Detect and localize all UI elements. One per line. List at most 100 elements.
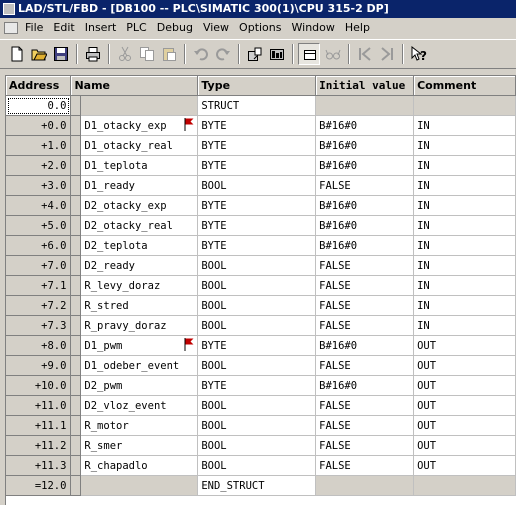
name-cell[interactable]: D1_otacky_exp bbox=[80, 115, 199, 136]
type-cell[interactable]: BYTE bbox=[197, 115, 317, 136]
row-gutter[interactable] bbox=[70, 335, 82, 356]
address-cell[interactable]: +8.0 bbox=[6, 335, 72, 356]
menu-window[interactable]: Window bbox=[287, 18, 340, 38]
address-cell[interactable]: =12.0 bbox=[6, 475, 72, 496]
help-context-icon[interactable]: ? bbox=[408, 43, 430, 65]
type-cell[interactable]: BOOL bbox=[197, 395, 317, 416]
comment-cell[interactable]: IN bbox=[413, 295, 516, 316]
comment-cell[interactable]: OUT bbox=[413, 335, 516, 356]
name-cell[interactable] bbox=[80, 95, 199, 116]
name-cell[interactable]: R_smer bbox=[80, 435, 199, 456]
address-cell[interactable]: +7.3 bbox=[6, 315, 72, 336]
comment-cell[interactable]: IN bbox=[413, 315, 516, 336]
address-cell[interactable]: +11.3 bbox=[6, 455, 72, 476]
initial-value-cell[interactable]: FALSE bbox=[315, 415, 415, 436]
next-icon[interactable] bbox=[376, 43, 398, 65]
menu-insert[interactable]: Insert bbox=[80, 18, 122, 38]
address-cell[interactable]: +7.0 bbox=[6, 255, 72, 276]
address-cell[interactable]: +5.0 bbox=[6, 215, 72, 236]
address-cell[interactable]: +9.0 bbox=[6, 355, 72, 376]
type-cell[interactable]: BOOL bbox=[197, 315, 317, 336]
name-cell[interactable] bbox=[80, 475, 199, 496]
name-cell[interactable]: D2_vloz_event bbox=[80, 395, 199, 416]
name-cell[interactable]: R_motor bbox=[80, 415, 199, 436]
table-row[interactable]: +3.0 D1_ready BOOL FALSE IN bbox=[6, 175, 516, 196]
address-cell[interactable]: +7.2 bbox=[6, 295, 72, 316]
table-row[interactable]: +7.3 R_pravy_doraz BOOL FALSE IN bbox=[6, 315, 516, 336]
type-cell[interactable]: BOOL bbox=[197, 255, 317, 276]
undo-icon[interactable] bbox=[190, 43, 212, 65]
previous-icon[interactable] bbox=[354, 43, 376, 65]
row-gutter[interactable] bbox=[70, 415, 82, 436]
address-cell[interactable]: +11.2 bbox=[6, 435, 72, 456]
row-gutter[interactable] bbox=[70, 215, 82, 236]
initial-value-cell[interactable]: B#16#0 bbox=[315, 115, 415, 136]
name-cell[interactable]: D2_ready bbox=[80, 255, 199, 276]
table-row[interactable]: +4.0 D2_otacky_exp BYTE B#16#0 IN bbox=[6, 195, 516, 216]
row-gutter[interactable] bbox=[70, 355, 82, 376]
app-icon[interactable] bbox=[3, 3, 15, 15]
cut-icon[interactable] bbox=[114, 43, 136, 65]
row-gutter[interactable] bbox=[70, 295, 82, 316]
type-cell[interactable]: BYTE bbox=[197, 335, 317, 356]
glasses-icon[interactable] bbox=[322, 43, 344, 65]
download-icon[interactable] bbox=[244, 43, 266, 65]
column-header-address[interactable]: Address bbox=[6, 76, 72, 96]
open-icon[interactable] bbox=[28, 43, 50, 65]
initial-value-cell[interactable]: B#16#0 bbox=[315, 215, 415, 236]
row-gutter[interactable] bbox=[70, 275, 82, 296]
type-cell[interactable]: BOOL bbox=[197, 415, 317, 436]
menu-help[interactable]: Help bbox=[340, 18, 375, 38]
type-cell[interactable]: BOOL bbox=[197, 175, 317, 196]
comment-cell[interactable]: IN bbox=[413, 115, 516, 136]
initial-value-cell[interactable]: FALSE bbox=[315, 355, 415, 376]
table-row[interactable]: +7.1 R_levy_doraz BOOL FALSE IN bbox=[6, 275, 516, 296]
initial-value-cell[interactable]: FALSE bbox=[315, 175, 415, 196]
table-row[interactable]: +11.3 R_chapadlo BOOL FALSE OUT bbox=[6, 455, 516, 476]
new-icon[interactable] bbox=[6, 43, 28, 65]
comment-cell[interactable]: IN bbox=[413, 255, 516, 276]
initial-value-cell[interactable]: B#16#0 bbox=[315, 135, 415, 156]
type-cell[interactable]: BOOL bbox=[197, 355, 317, 376]
comment-cell[interactable]: IN bbox=[413, 155, 516, 176]
name-cell[interactable]: R_levy_doraz bbox=[80, 275, 199, 296]
row-gutter[interactable] bbox=[70, 435, 82, 456]
type-cell[interactable]: BYTE bbox=[197, 375, 317, 396]
name-cell[interactable]: D1_teplota bbox=[80, 155, 199, 176]
row-gutter[interactable] bbox=[70, 455, 82, 476]
comment-cell[interactable]: IN bbox=[413, 135, 516, 156]
name-cell[interactable]: D1_otacky_real bbox=[80, 135, 199, 156]
initial-value-cell[interactable]: B#16#0 bbox=[315, 235, 415, 256]
initial-value-cell[interactable]: FALSE bbox=[315, 395, 415, 416]
print-icon[interactable] bbox=[82, 43, 104, 65]
column-header-initial-value[interactable]: Initial value bbox=[315, 76, 415, 96]
address-cell[interactable]: +1.0 bbox=[6, 135, 72, 156]
copy-icon[interactable] bbox=[136, 43, 158, 65]
address-cell[interactable]: +3.0 bbox=[6, 175, 72, 196]
address-cell[interactable]: +0.0 bbox=[6, 115, 72, 136]
row-gutter[interactable] bbox=[70, 235, 82, 256]
table-row[interactable]: +11.0 D2_vloz_event BOOL FALSE OUT bbox=[6, 395, 516, 416]
table-row[interactable]: +11.1 R_motor BOOL FALSE OUT bbox=[6, 415, 516, 436]
table-row[interactable]: +6.0 D2_teplota BYTE B#16#0 IN bbox=[6, 235, 516, 256]
column-header-type[interactable]: Type bbox=[197, 76, 317, 96]
initial-value-cell[interactable]: FALSE bbox=[315, 275, 415, 296]
row-gutter[interactable] bbox=[70, 395, 82, 416]
name-cell[interactable]: D1_ready bbox=[80, 175, 199, 196]
row-gutter[interactable] bbox=[70, 135, 82, 156]
name-cell[interactable]: D1_odeber_event bbox=[80, 355, 199, 376]
name-cell[interactable]: D1_pwm bbox=[80, 335, 199, 356]
row-gutter[interactable] bbox=[70, 375, 82, 396]
address-cell[interactable]: +2.0 bbox=[6, 155, 72, 176]
initial-value-cell[interactable]: FALSE bbox=[315, 435, 415, 456]
save-icon[interactable] bbox=[50, 43, 72, 65]
type-cell[interactable]: BYTE bbox=[197, 235, 317, 256]
initial-value-cell[interactable]: FALSE bbox=[315, 315, 415, 336]
initial-value-cell[interactable]: B#16#0 bbox=[315, 335, 415, 356]
table-row[interactable]: +7.2 R_stred BOOL FALSE IN bbox=[6, 295, 516, 316]
type-cell[interactable]: END_STRUCT bbox=[197, 475, 317, 496]
name-cell[interactable]: R_pravy_doraz bbox=[80, 315, 199, 336]
table-row[interactable]: +1.0 D1_otacky_real BYTE B#16#0 IN bbox=[6, 135, 516, 156]
table-row-end-struct[interactable]: =12.0 END_STRUCT bbox=[6, 475, 516, 496]
table-row-struct[interactable]: 0.0 STRUCT bbox=[6, 95, 516, 116]
